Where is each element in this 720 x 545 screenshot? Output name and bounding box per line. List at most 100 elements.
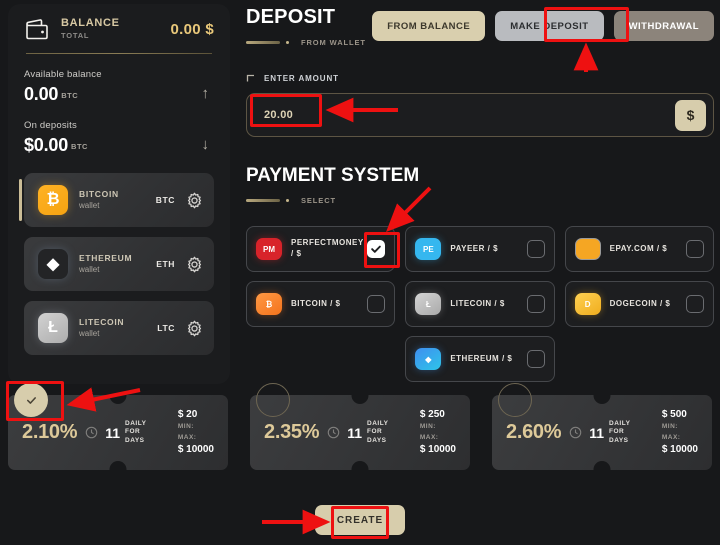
plan-1-max-value: $ 10000 — [177, 443, 214, 455]
wallet-litecoin-name: LITECOIN — [79, 316, 125, 327]
wallet-litecoin-text: LITECOIN wallet — [79, 318, 157, 339]
payment-breadcrumb-label: SELECT — [301, 196, 336, 205]
payment-option-dogecoin-label: DOGECOIN / $ — [609, 298, 671, 308]
plan-2-max-label: MAX: — [419, 433, 439, 441]
payment-option-litecoin-label: LITECOIN / $ — [450, 298, 505, 308]
payment-option-epay-label: EPAY.COM / $ — [609, 243, 668, 253]
gear-icon[interactable] — [186, 256, 203, 273]
gear-icon[interactable] — [186, 320, 203, 337]
amount-input[interactable]: 20.00 — [264, 109, 675, 121]
wallet-litecoin-ticker: LTC — [157, 323, 175, 333]
balance-subtitle: TOTAL — [61, 31, 90, 41]
payment-option-epay[interactable]: EPAY.COM / $ — [564, 226, 714, 272]
payment-option-bitcoin[interactable]: ₿ BITCOIN / $ — [246, 281, 396, 327]
on-deposits-unit: BTC — [71, 142, 88, 151]
checkbox-litecoin[interactable] — [526, 295, 545, 313]
checkbox-perfectmoney[interactable] — [367, 240, 386, 258]
plan-1-days: 11 — [105, 424, 121, 441]
currency-toggle-button[interactable]: $ — [675, 99, 706, 131]
plan-3-max-value: $ 10000 — [661, 443, 698, 455]
payment-breadcrumb: SELECT — [246, 196, 714, 205]
plan-card-3[interactable]: 2.60% 11 DAILY FOR DAYS $ 500 MIN: MAX: … — [492, 383, 712, 470]
mode-tabs: FROM BALANCE MAKE DEPOSIT WITHDRAWAL — [372, 11, 714, 41]
clock-icon — [569, 426, 582, 439]
plan-2-limits: $ 250 MIN: MAX: $ 10000 — [420, 409, 456, 456]
payment-option-perfectmoney[interactable]: PM PERFECTMONEY / $ — [246, 226, 396, 272]
plan-3-select-badge[interactable] — [498, 383, 532, 417]
checkbox-ethereum[interactable] — [526, 350, 545, 368]
divider — [26, 53, 212, 54]
balance-header: BALANCE TOTAL 0.00 $ — [24, 18, 214, 40]
on-deposits-stat: On deposits $0.00 BTC ↓ — [24, 120, 214, 156]
plan-1-days-label: DAILY FOR DAYS — [125, 420, 147, 444]
deposit-main: DEPOSIT FROM WALLET FROM BALANCE MAKE DE… — [246, 6, 714, 382]
wallet-card-bitcoin[interactable]: ₿ BITCOIN wallet BTC — [19, 173, 214, 227]
plan-1-select-badge[interactable] — [14, 383, 48, 417]
plan-1-limits: $ 20 MIN: MAX: $ 10000 — [178, 409, 214, 456]
checkbox-epay[interactable] — [685, 240, 704, 258]
plan-3-limits: $ 500 MIN: MAX: $ 10000 — [662, 409, 698, 456]
on-deposits-number: $0.00 — [24, 135, 69, 155]
gear-icon[interactable] — [186, 192, 203, 209]
available-balance-label: Available balance — [24, 69, 102, 80]
amount-label: ENTER AMOUNT — [264, 73, 339, 83]
ethereum-icon: ◆ — [38, 249, 68, 279]
plan-3-max-label: MAX: — [661, 433, 681, 441]
plan-card-2[interactable]: 2.35% 11 DAILY FOR DAYS $ 250 MIN: MAX: … — [250, 383, 470, 470]
payment-option-perfectmoney-label: PERFECTMONEY / $ — [291, 238, 364, 258]
wallet-list: ₿ BITCOIN wallet BTC ◆ ETHEREUM wallet E… — [19, 173, 214, 355]
plan-2-min-value: $ 250 — [419, 408, 445, 420]
tab-withdrawal[interactable]: WITHDRAWAL — [613, 11, 714, 41]
clock-icon — [327, 426, 340, 439]
wallet-bitcoin-sub: wallet — [79, 201, 100, 211]
plan-2-days: 11 — [347, 424, 363, 441]
payment-option-ethereum[interactable]: ◆ ETHEREUM / $ — [405, 336, 555, 382]
plan-2-max-value: $ 10000 — [419, 443, 456, 455]
available-balance-main: Available balance 0.00 BTC — [24, 69, 202, 105]
wallet-ethereum-text: ETHEREUM wallet — [79, 254, 156, 275]
checkbox-dogecoin[interactable] — [685, 295, 704, 313]
wallet-card-litecoin[interactable]: Ł LITECOIN wallet LTC — [24, 301, 214, 355]
wallet-card-ethereum[interactable]: ◆ ETHEREUM wallet ETH — [24, 237, 214, 291]
on-deposits-main: On deposits $0.00 BTC — [24, 120, 202, 156]
wallet-bitcoin-text: BITCOIN wallet — [79, 190, 156, 211]
payment-option-bitcoin-label: BITCOIN / $ — [291, 298, 341, 308]
payment-option-payeer[interactable]: PE PAYEER / $ — [405, 226, 555, 272]
wallet-ethereum-name: ETHEREUM — [79, 252, 133, 263]
arrow-down-icon: ↓ — [201, 136, 210, 153]
balance-titles: BALANCE TOTAL — [61, 18, 159, 40]
epay-icon — [574, 238, 601, 260]
checkbox-payeer[interactable] — [526, 240, 545, 258]
tab-make-deposit[interactable]: MAKE DEPOSIT — [495, 11, 604, 41]
plan-3-min-value: $ 500 — [661, 408, 687, 420]
breadcrumb-dot-icon — [286, 41, 289, 44]
balance-title: BALANCE — [61, 17, 120, 30]
plan-1-min-value: $ 20 — [177, 408, 198, 420]
amount-input-wrapper[interactable]: 20.00 $ — [246, 93, 714, 137]
plan-1-max-label: MAX: — [177, 433, 197, 441]
wallet-ethereum-sub: wallet — [79, 265, 100, 275]
checkbox-bitcoin[interactable] — [367, 295, 386, 313]
payment-option-dogecoin[interactable]: D DOGECOIN / $ — [564, 281, 714, 327]
litecoin-icon: Ł — [38, 313, 68, 343]
deposit-page: BALANCE TOTAL 0.00 $ Available balance 0… — [0, 0, 720, 545]
tab-from-balance[interactable]: FROM BALANCE — [372, 11, 486, 41]
plan-2-select-badge[interactable] — [256, 383, 290, 417]
wallet-bitcoin-name: BITCOIN — [79, 188, 119, 199]
plan-card-1[interactable]: 2.10% 11 DAILY FOR DAYS $ 20 MIN: MAX: $… — [8, 383, 228, 470]
payment-option-ethereum-label: ETHEREUM / $ — [450, 353, 513, 363]
breadcrumb-label: FROM WALLET — [301, 38, 366, 47]
create-button[interactable]: CREATE — [314, 505, 406, 535]
plan-2-min-label: MIN: — [419, 423, 436, 431]
breadcrumb-bar-icon — [246, 41, 280, 44]
balance-amount: 0.00 $ — [170, 20, 214, 38]
plan-list: 2.10% 11 DAILY FOR DAYS $ 20 MIN: MAX: $… — [8, 383, 712, 470]
arrow-up-icon: ↑ — [201, 85, 210, 102]
on-deposits-label: On deposits — [24, 120, 77, 131]
payeer-icon: PE — [415, 238, 442, 260]
wallet-litecoin-sub: wallet — [79, 329, 100, 339]
plan-3-days-label: DAILY FOR DAYS — [609, 420, 631, 444]
plan-2-days-label: DAILY FOR DAYS — [367, 420, 389, 444]
plan-3-days: 11 — [589, 424, 605, 441]
payment-option-litecoin[interactable]: Ł LITECOIN / $ — [405, 281, 555, 327]
